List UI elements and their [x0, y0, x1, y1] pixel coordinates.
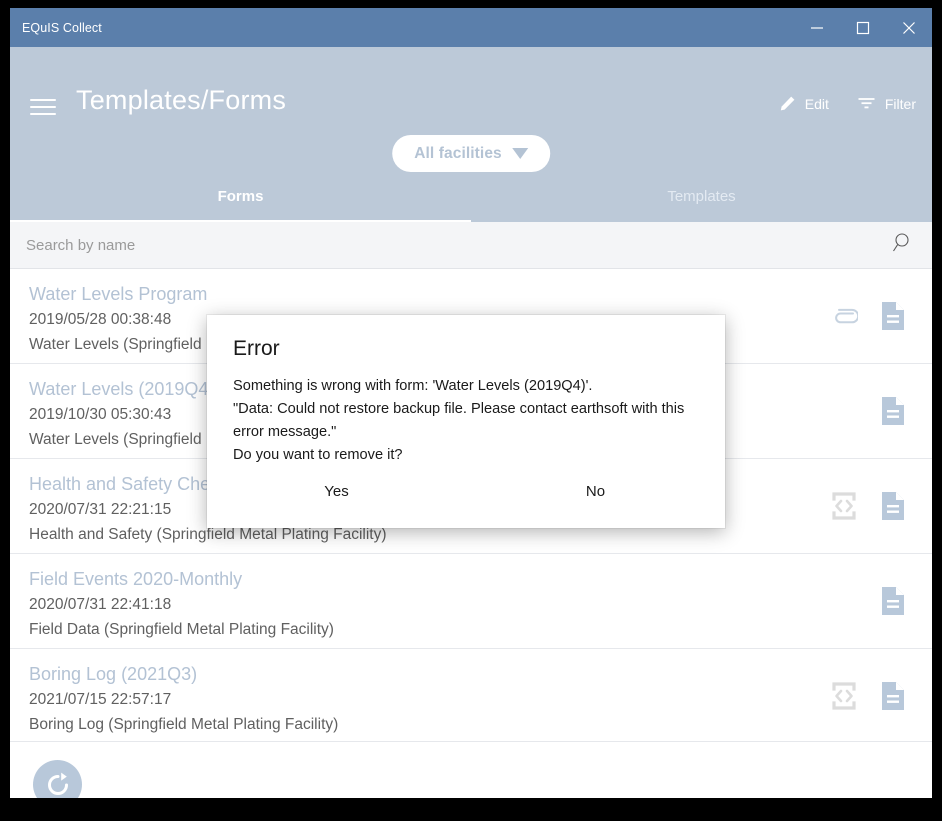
search-bar	[10, 222, 932, 269]
facility-filter-dropdown[interactable]: All facilities	[392, 135, 550, 172]
document-icon[interactable]	[880, 301, 906, 331]
minimize-icon	[810, 21, 824, 35]
pencil-icon	[779, 95, 796, 112]
search-icon[interactable]	[892, 232, 914, 259]
row-date: 2021/07/15 22:57:17	[29, 687, 932, 712]
chevron-down-icon	[512, 148, 528, 159]
hamburger-line	[30, 106, 56, 108]
row-subtitle: Field Data (Springfield Metal Plating Fa…	[29, 617, 932, 642]
row-icons	[832, 301, 906, 331]
code-scan-icon[interactable]	[830, 681, 858, 711]
close-icon	[902, 21, 916, 35]
row-icons	[880, 396, 906, 426]
tab-forms-label: Forms	[218, 188, 264, 205]
filter-button[interactable]: Filter	[857, 95, 916, 112]
close-button[interactable]	[886, 8, 932, 47]
tab-forms[interactable]: Forms	[10, 181, 471, 222]
paperclip-icon[interactable]	[832, 304, 858, 328]
dialog-message: Something is wrong with form: 'Water Lev…	[233, 375, 703, 467]
tab-templates-label: Templates	[667, 188, 735, 205]
footer-bar	[10, 741, 932, 798]
search-input[interactable]	[24, 236, 728, 255]
hamburger-line	[30, 99, 56, 101]
window-controls	[794, 8, 932, 47]
tab-templates[interactable]: Templates	[471, 181, 932, 222]
row-title: Water Levels Program	[29, 281, 932, 307]
row-icons	[830, 681, 906, 711]
edit-label: Edit	[805, 96, 829, 112]
window-title: EQuIS Collect	[22, 21, 102, 35]
maximize-icon	[856, 21, 870, 35]
maximize-button[interactable]	[840, 8, 886, 47]
facility-filter-label: All facilities	[414, 145, 502, 163]
error-dialog: Error Something is wrong with form: 'Wat…	[207, 315, 725, 528]
tab-bar: Forms Templates	[10, 181, 932, 222]
filter-label: Filter	[885, 96, 916, 112]
document-icon[interactable]	[880, 491, 906, 521]
row-icons	[830, 491, 906, 521]
table-row[interactable]: Boring Log (2021Q3) 2021/07/15 22:57:17 …	[10, 649, 932, 741]
title-bar: EQuIS Collect	[10, 8, 932, 47]
document-icon[interactable]	[880, 586, 906, 616]
row-title: Boring Log (2021Q3)	[29, 661, 932, 687]
refresh-button[interactable]	[33, 760, 82, 798]
document-icon[interactable]	[880, 396, 906, 426]
header-actions: Edit Filter	[779, 95, 916, 112]
app-window: EQuIS Collect	[10, 8, 932, 798]
refresh-icon	[43, 770, 73, 799]
document-icon[interactable]	[880, 681, 906, 711]
hamburger-menu-icon[interactable]	[22, 90, 64, 124]
dialog-title: Error	[233, 337, 280, 361]
row-subtitle: Boring Log (Springfield Metal Plating Fa…	[29, 712, 932, 737]
filter-icon	[857, 95, 876, 112]
table-row[interactable]: Field Events 2020-Monthly 2020/07/31 22:…	[10, 554, 932, 649]
app-header: Templates/Forms Edit Filt	[10, 47, 932, 181]
code-scan-icon[interactable]	[830, 491, 858, 521]
edit-button[interactable]: Edit	[779, 95, 829, 112]
minimize-button[interactable]	[794, 8, 840, 47]
page-title: Templates/Forms	[76, 85, 286, 116]
row-date: 2020/07/31 22:41:18	[29, 592, 932, 617]
hamburger-line	[30, 113, 56, 115]
dialog-yes-button[interactable]: Yes	[207, 477, 466, 506]
dialog-buttons: Yes No	[207, 477, 725, 506]
row-title: Field Events 2020-Monthly	[29, 566, 932, 592]
row-icons	[880, 586, 906, 616]
dialog-no-button[interactable]: No	[466, 477, 725, 506]
